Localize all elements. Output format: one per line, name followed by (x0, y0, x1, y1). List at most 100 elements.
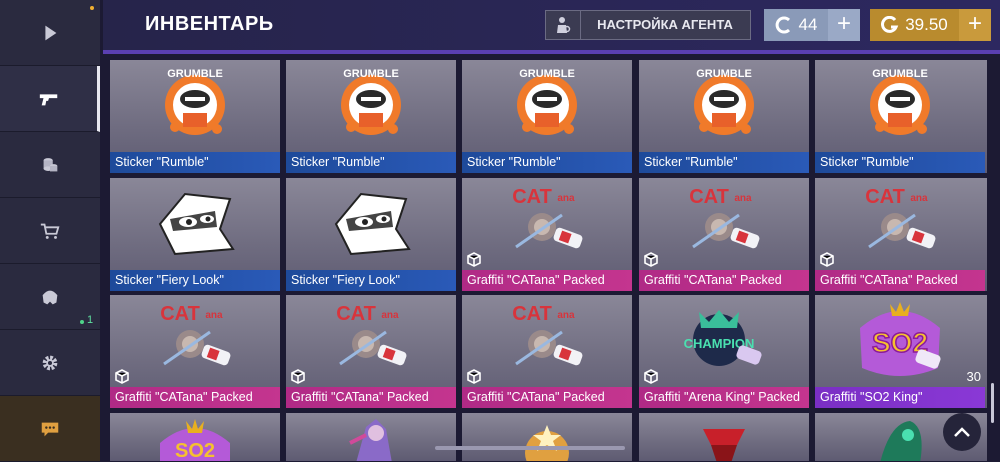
svg-text:CAT: CAT (512, 186, 552, 208)
svg-text:SO2: SO2 (175, 440, 215, 461)
svg-text:ana: ana (557, 193, 575, 204)
inventory-item-card[interactable] (286, 413, 456, 461)
package-icon (644, 252, 658, 267)
chevron-up-icon (954, 427, 970, 437)
inventory-item-card[interactable] (462, 413, 632, 461)
packed-indicator (819, 251, 835, 267)
rumble-artwork: GRUMBLE (815, 60, 985, 152)
catana-artwork: CAT ana (110, 295, 280, 387)
sidebar-item-chat[interactable] (0, 396, 100, 462)
sidebar-item-play[interactable] (0, 0, 100, 66)
inventory-item-card[interactable]: CAT ana Graffiti "CATana" Packed (639, 178, 809, 291)
item-artwork: SO2 (110, 413, 280, 461)
package-icon (467, 252, 481, 267)
item-artwork (639, 413, 809, 461)
inventory-item-card[interactable]: SO2 30 Graffiti "SO2 King" (815, 295, 987, 408)
arena-artwork: CHAMPION (639, 295, 809, 387)
sidebar-item-coins[interactable] (0, 132, 100, 198)
item-artwork (286, 413, 456, 461)
item-count: 30 (966, 369, 981, 384)
svg-text:ana: ana (910, 193, 928, 204)
sidebar-item-clan[interactable] (0, 264, 100, 330)
rumble-artwork: GRUMBLE (639, 60, 809, 152)
scroll-to-top-button[interactable] (943, 413, 981, 451)
cart-icon (40, 223, 60, 239)
sidebar-item-inventory[interactable] (0, 66, 100, 132)
fiery-artwork (110, 178, 280, 270)
so2-artwork: SO2 (815, 295, 985, 387)
inventory-item-card[interactable] (639, 413, 809, 461)
package-icon (115, 369, 129, 384)
page-title: ИНВЕНТАРЬ (145, 13, 274, 35)
svg-text:GRUMBLE: GRUMBLE (872, 68, 928, 80)
silver-balance: 44 (798, 15, 818, 34)
item-name-label: Graffiti "CATana" Packed (639, 270, 809, 291)
packed-indicator (643, 251, 659, 267)
packed-indicator (466, 251, 482, 267)
coins-icon (43, 157, 58, 171)
item-name-label: Sticker "Rumble" (110, 152, 280, 173)
catana-artwork: CAT ana (462, 178, 632, 270)
inventory-item-card[interactable]: CAT ana Graffiti "CATana" Packed (462, 178, 632, 291)
clan-icon (42, 290, 58, 304)
agent-settings-button[interactable]: НАСТРОЙКА АГЕНТА (545, 10, 751, 40)
inventory-item-card[interactable]: CAT ana Graffiti "CATana" Packed (286, 295, 456, 408)
svg-text:GRUMBLE: GRUMBLE (167, 68, 223, 80)
inventory-item-card[interactable]: GRUMBLE Sticker "Rumble" (639, 60, 809, 173)
svg-text:ana: ana (734, 193, 752, 204)
gear-icon (42, 355, 58, 370)
inventory-item-card[interactable]: CAT ana Graffiti "CATana" Packed (815, 178, 987, 291)
svg-text:CAT: CAT (689, 186, 729, 208)
package-icon (291, 369, 305, 384)
agent-settings-label: НАСТРОЙКА АГЕНТА (597, 17, 733, 32)
play-icon (45, 25, 57, 40)
packed-indicator (290, 368, 306, 384)
silver-coin-icon (775, 16, 790, 34)
silver-currency: 44 + (764, 9, 860, 41)
item-name-label: Sticker "Fiery Look" (286, 270, 456, 291)
inventory-item-card[interactable]: Sticker "Fiery Look" (110, 178, 280, 291)
package-icon (467, 369, 481, 384)
item-name-label: Sticker "Rumble" (462, 152, 632, 173)
inventory-item-card[interactable]: Sticker "Fiery Look" (286, 178, 456, 291)
inventory-item-card[interactable]: SO2 (110, 413, 280, 461)
inventory-item-card[interactable]: GRUMBLE Sticker "Rumble" (815, 60, 987, 173)
gold-balance: 39.50 (905, 15, 948, 34)
inventory-item-card[interactable]: GRUMBLE Sticker "Rumble" (110, 60, 280, 173)
top-bar: ИНВЕНТАРЬ НАСТРОЙКА АГЕНТА 44 + 39.50 + (103, 0, 1000, 50)
inventory-item-card[interactable]: GRUMBLE Sticker "Rumble" (286, 60, 456, 173)
svg-text:ana: ana (205, 310, 223, 321)
pistol-icon (39, 93, 57, 105)
clan-badge-count: 1 (87, 314, 94, 326)
clan-badge-dot (80, 320, 84, 324)
item-name-label: Graffiti "SO2 King" (815, 387, 985, 408)
svg-text:CAT: CAT (865, 186, 905, 208)
inventory-item-card[interactable]: GRUMBLE Sticker "Rumble" (462, 60, 632, 173)
sidebar-item-settings[interactable] (0, 330, 100, 396)
item-name-label: Sticker "Rumble" (286, 152, 456, 173)
package-icon (644, 369, 658, 384)
svg-text:GRUMBLE: GRUMBLE (519, 68, 575, 80)
item-name-label: Graffiti "Arena King" Packed (639, 387, 809, 408)
item-name-label: Graffiti "CATana" Packed (815, 270, 985, 291)
add-silver-button[interactable]: + (828, 9, 860, 41)
catana-artwork: CAT ana (286, 295, 456, 387)
add-gold-button[interactable]: + (959, 9, 991, 41)
fiery-artwork (286, 178, 456, 270)
svg-text:ana: ana (381, 310, 399, 321)
vertical-scrollbar[interactable] (991, 383, 994, 423)
sidebar-item-shop[interactable] (0, 198, 100, 264)
inventory-item-card[interactable]: CHAMPION Graffiti "Arena King" Packed (639, 295, 809, 408)
rumble-artwork: GRUMBLE (462, 60, 632, 152)
svg-text:CAT: CAT (512, 303, 552, 325)
svg-text:ana: ana (557, 310, 575, 321)
item-name-label: Sticker "Rumble" (815, 152, 985, 173)
svg-text:GRUMBLE: GRUMBLE (343, 68, 399, 80)
horizontal-scroll-indicator (435, 446, 625, 450)
catana-artwork: CAT ana (462, 295, 632, 387)
inventory-item-card[interactable]: CAT ana Graffiti "CATana" Packed (110, 295, 280, 408)
catana-artwork: CAT ana (815, 178, 985, 270)
gold-coin-icon (881, 16, 899, 33)
item-name-label: Graffiti "CATana" Packed (462, 387, 632, 408)
inventory-item-card[interactable]: CAT ana Graffiti "CATana" Packed (462, 295, 632, 408)
